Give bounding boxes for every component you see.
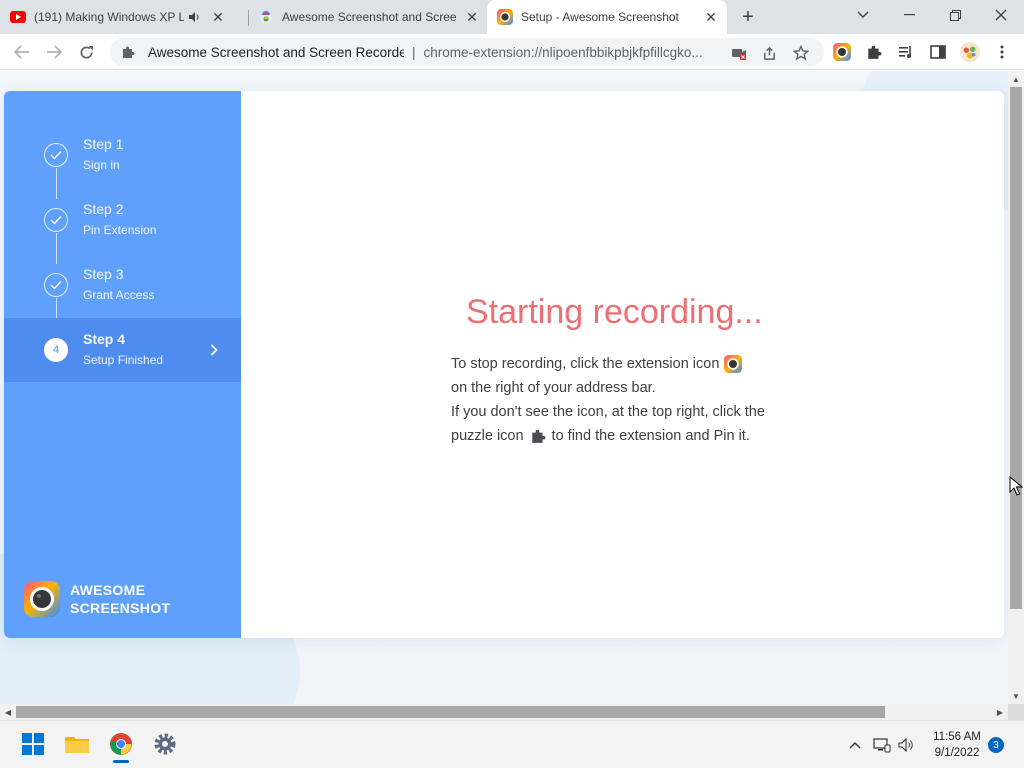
instruction-text: to find the extension and Pin it.	[551, 428, 750, 444]
scroll-left-arrow-icon[interactable]: ◀	[0, 704, 16, 720]
logo-icon	[24, 581, 60, 617]
extensions-puzzle-icon[interactable]	[864, 42, 884, 62]
instruction-text: on the right of your address bar.	[451, 380, 656, 396]
show-hidden-icons-chevron-up-icon[interactable]	[846, 736, 864, 754]
address-bar[interactable]: Awesome Screenshot and Screen Recorde | …	[110, 38, 824, 66]
url-text: chrome-extension://nlipoenfbbikpbjkfpfil…	[423, 44, 703, 60]
notification-badge[interactable]: 3	[988, 737, 1004, 753]
awesome-screenshot-extension-icon[interactable]	[832, 42, 852, 62]
reload-button[interactable]	[72, 38, 100, 66]
clock-date: 9/1/2022	[934, 747, 980, 759]
chevron-right-icon	[207, 340, 221, 360]
instruction-line: on the right of your address bar.	[451, 376, 765, 400]
restore-button[interactable]	[932, 0, 978, 30]
horizontal-scroll-thumb[interactable]	[16, 706, 885, 718]
step-1: Step 1 Sign in	[4, 123, 241, 187]
camera-blocked-icon[interactable]	[730, 44, 748, 62]
brand-line-1: AWESOME	[70, 582, 146, 598]
vertical-scroll-thumb[interactable]	[1010, 87, 1022, 609]
step-title: Step 3	[83, 266, 124, 282]
step-title: Step 1	[83, 136, 124, 152]
tab-title: (191) Making Windows XP Lo	[34, 10, 184, 24]
close-tab-icon[interactable]: ✕	[703, 9, 719, 25]
mouse-cursor-icon	[1009, 476, 1023, 496]
tab-title: Setup - Awesome Screenshot	[521, 10, 679, 24]
step-subtitle: Setup Finished	[83, 353, 164, 367]
setup-content: Starting recording... To stop recording,…	[241, 91, 1004, 638]
start-windows-icon[interactable]	[18, 729, 48, 759]
file-explorer-icon[interactable]	[62, 729, 92, 759]
scrollbar-corner	[1008, 704, 1024, 720]
omnibox-separator: |	[412, 44, 416, 60]
step-2: Step 2 Pin Extension	[4, 188, 241, 252]
scroll-right-arrow-icon[interactable]: ▶	[992, 704, 1008, 720]
step-subtitle: Sign in	[83, 158, 120, 172]
network-icon[interactable]	[873, 736, 891, 754]
awesome-screenshot-logo: AWESOME SCREENSHOT	[24, 581, 170, 617]
youtube-icon	[10, 9, 26, 25]
step-title: Step 2	[83, 201, 124, 217]
vertical-scrollbar[interactable]: ▲ ▼	[1008, 71, 1024, 704]
volume-icon[interactable]	[898, 736, 916, 754]
close-window-button[interactable]	[978, 0, 1024, 30]
bookmark-star-icon[interactable]	[792, 44, 810, 62]
chrome-webstore-icon	[258, 9, 274, 25]
page-viewport: Step 1 Sign in Step 2 Pin Extension Step…	[0, 71, 1008, 704]
instruction-text: puzzle icon	[451, 428, 524, 444]
step-title: Step 4	[83, 331, 126, 347]
new-tab-button[interactable]: +	[736, 5, 760, 29]
scroll-up-arrow-icon[interactable]: ▲	[1008, 71, 1024, 87]
back-button[interactable]	[8, 38, 36, 66]
awesome-screenshot-icon	[497, 9, 513, 25]
system-clock[interactable]: 11:56 AM 9/1/2022	[926, 729, 988, 761]
close-tab-icon[interactable]: ✕	[464, 9, 480, 25]
settings-gear-icon[interactable]	[150, 729, 180, 759]
tab-title: Awesome Screenshot and Screen	[282, 10, 456, 24]
clock-time: 11:56 AM	[933, 731, 981, 743]
check-icon	[44, 143, 68, 167]
puzzle-icon[interactable]	[120, 44, 136, 60]
step-subtitle: Grant Access	[83, 288, 155, 302]
windows-taskbar: 11:56 AM 9/1/2022 3	[0, 720, 1024, 768]
brand-line-2: SCREENSHOT	[70, 600, 171, 616]
awesome-screenshot-icon	[724, 355, 743, 373]
step-subtitle: Pin Extension	[83, 223, 157, 237]
step-number: 4	[44, 338, 68, 362]
side-panel-icon[interactable]	[928, 42, 948, 62]
tab-strip: (191) Making Windows XP Lo ✕ Awesome Scr…	[0, 0, 1024, 34]
tab-setup-active[interactable]: Setup - Awesome Screenshot ✕	[487, 0, 727, 34]
instruction-line: puzzle icon to find the extension and Pi…	[451, 424, 765, 448]
profile-avatar[interactable]	[960, 42, 980, 62]
tab-separator	[248, 10, 249, 26]
chrome-taskbar-icon[interactable]	[106, 729, 136, 763]
instruction-line: To stop recording, click the extension i…	[451, 352, 765, 376]
share-icon[interactable]	[760, 44, 778, 62]
tab-webstore[interactable]: Awesome Screenshot and Screen ✕	[258, 0, 484, 34]
setup-sidebar: Step 1 Sign in Step 2 Pin Extension Step…	[4, 91, 241, 638]
check-icon	[44, 273, 68, 297]
speaker-icon[interactable]	[188, 11, 200, 23]
browser-toolbar: Awesome Screenshot and Screen Recorde | …	[0, 34, 1024, 70]
close-tab-icon[interactable]: ✕	[210, 9, 226, 25]
check-icon	[44, 208, 68, 232]
scroll-down-arrow-icon[interactable]: ▼	[1008, 688, 1024, 704]
puzzle-icon	[529, 427, 547, 445]
chrome-menu-icon[interactable]	[992, 42, 1012, 62]
step-4-current[interactable]: 4 Step 4 Setup Finished	[4, 318, 241, 382]
instruction-text: If you don't see the icon, at the top ri…	[451, 404, 765, 420]
tab-search-icon[interactable]	[840, 0, 886, 30]
media-control-icon[interactable]	[896, 42, 916, 62]
forward-button[interactable]	[40, 38, 68, 66]
brand-name: AWESOME SCREENSHOT	[70, 581, 170, 617]
step-3: Step 3 Grant Access	[4, 253, 241, 317]
instruction-line: If you don't see the icon, at the top ri…	[451, 400, 765, 424]
minimize-button[interactable]	[886, 0, 932, 30]
site-name: Awesome Screenshot and Screen Recorde	[148, 44, 404, 60]
instructions: To stop recording, click the extension i…	[451, 352, 765, 448]
tab-youtube[interactable]: (191) Making Windows XP Lo ✕	[10, 0, 246, 34]
setup-card: Step 1 Sign in Step 2 Pin Extension Step…	[4, 91, 1004, 638]
page-title: Starting recording...	[466, 293, 763, 331]
horizontal-scrollbar[interactable]: ◀ ▶	[0, 704, 1008, 720]
instruction-text: To stop recording, click the extension i…	[451, 356, 720, 372]
